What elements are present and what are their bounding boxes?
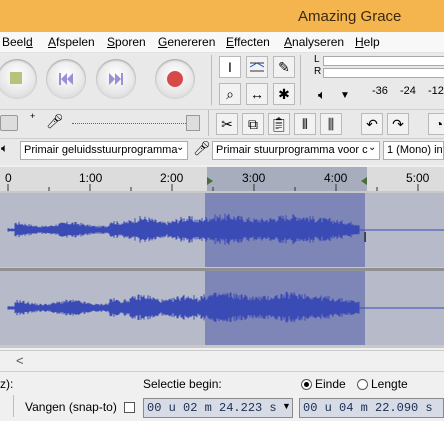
- menu-item-help[interactable]: Help: [355, 35, 380, 49]
- meter-bar-left: [323, 56, 444, 66]
- end-radio[interactable]: [301, 379, 312, 390]
- ruler-label: 5:00: [406, 171, 430, 185]
- selection-begin-field[interactable]: 00 u 02 m 24.223 s: [143, 398, 293, 418]
- menu-bar: Beeld Afspelen Sporen Genereren Effecten…: [0, 32, 444, 53]
- recording-volume-slider[interactable]: [72, 123, 190, 125]
- record-icon: [167, 71, 183, 87]
- cut-button[interactable]: ✂: [216, 113, 238, 135]
- magnifier-icon: ⌕: [226, 86, 234, 102]
- menu-item-tracks[interactable]: Sporen: [107, 35, 146, 49]
- meter-channel-left: L: [314, 54, 320, 65]
- menu-item-transport[interactable]: Afspelen: [48, 35, 95, 49]
- selection-toolbar: z): Selectie begin: Einde Lengte Vangen …: [0, 371, 444, 421]
- selection-end-field[interactable]: 00 u 04 m 22.090 s: [299, 398, 444, 418]
- trim-button[interactable]: ⫴: [294, 113, 316, 135]
- volume-slider-thumb[interactable]: [0, 115, 18, 131]
- meter-bar-right: [323, 68, 444, 78]
- silence-icon: ⫼: [327, 116, 335, 132]
- skip-start-icon: [59, 73, 73, 85]
- playback-device-select[interactable]: Primair geluidsstuurprogramma: [20, 141, 188, 160]
- microphone-icon: 🎤︎: [46, 113, 64, 129]
- trim-icon: ⫴: [302, 116, 308, 132]
- undo-button[interactable]: ↶: [361, 113, 383, 135]
- meter-channel-right: R: [314, 66, 322, 77]
- toolbar-area: I ✎ ⌕ ↔ ✱ L R 🔈︎ ▼ -36 -24 -12 + 🎤︎ ✂ ⧉ …: [0, 53, 444, 165]
- selection-tool[interactable]: I: [219, 56, 241, 78]
- ruler-label: 1:00: [79, 171, 103, 185]
- redo-button[interactable]: ↷: [387, 113, 409, 135]
- skip-end-icon: [109, 73, 123, 85]
- chevron-down-icon: ⌄: [176, 142, 185, 153]
- copy-icon: ⧉: [248, 116, 258, 132]
- arrows-horizontal-icon: ↔: [250, 86, 264, 102]
- selection-begin-label: Selectie begin:: [143, 377, 222, 391]
- track-area[interactable]: I: [0, 191, 444, 348]
- asterisk-icon: ✱: [278, 86, 290, 102]
- sync-lock-button[interactable]: ◔: [428, 113, 444, 135]
- pause-button[interactable]: [0, 59, 37, 99]
- speaker-icon: 🔈︎: [1, 141, 9, 155]
- recording-channels-select[interactable]: 1 (Mono) inv: [383, 141, 444, 160]
- speaker-icon: 🔈︎: [318, 87, 326, 102]
- time-shift-tool[interactable]: ↔: [246, 83, 268, 105]
- menu-item-generate[interactable]: Genereren: [158, 35, 215, 49]
- silence-button[interactable]: ⫼: [320, 113, 342, 135]
- envelope-icon: [249, 62, 265, 72]
- multi-tool[interactable]: ✱: [273, 83, 295, 105]
- end-radio-label: Einde: [315, 377, 346, 391]
- meter-tick: -36: [372, 85, 388, 97]
- timeline-ruler[interactable]: 0 1:00 2:00 3:00 4:00 5:00: [0, 167, 444, 192]
- length-radio[interactable]: [357, 379, 368, 390]
- paste-button[interactable]: 📋︎: [268, 113, 290, 135]
- ruler-label: 4:00: [324, 171, 348, 185]
- menu-item-analyze[interactable]: Analyseren: [284, 35, 344, 49]
- meter-tick: -12: [428, 85, 444, 97]
- skip-start-button[interactable]: [46, 59, 86, 99]
- meter-tick: -24: [400, 85, 416, 97]
- project-rate-label: z):: [0, 377, 14, 391]
- length-radio-label: Lengte: [371, 377, 408, 391]
- i-beam-icon: I: [228, 59, 232, 75]
- title-bar: Amazing Grace: [0, 0, 444, 32]
- scroll-left-button[interactable]: <: [16, 353, 24, 368]
- copy-button[interactable]: ⧉: [242, 113, 264, 135]
- chevron-down-icon: ⌄: [368, 142, 377, 153]
- pause-icon: [10, 72, 22, 84]
- ruler-ticks: [7, 177, 419, 191]
- ruler-label: 0: [5, 171, 12, 185]
- paste-icon: 📋︎: [270, 116, 288, 132]
- clock-icon: ◔: [434, 116, 444, 132]
- menu-item-view[interactable]: Beeld: [2, 35, 33, 49]
- record-button[interactable]: [155, 59, 195, 99]
- recording-device-select[interactable]: Primair stuurprogramma voor c: [212, 141, 380, 160]
- menu-item-effects[interactable]: Effecten: [226, 35, 270, 49]
- audio-track-right[interactable]: [0, 271, 444, 345]
- snap-to-label: Vangen (snap-to): [25, 400, 117, 414]
- horizontal-scrollbar[interactable]: <: [0, 350, 444, 371]
- meter-dropdown-arrow-icon[interactable]: ▼: [340, 90, 350, 101]
- recording-volume-slider-thumb[interactable]: [186, 115, 200, 131]
- ruler-label: 2:00: [160, 171, 184, 185]
- i-beam-cursor-icon: I: [363, 229, 368, 246]
- scissors-icon: ✂: [221, 116, 233, 132]
- envelope-tool[interactable]: [246, 56, 268, 78]
- chevron-down-icon[interactable]: ▼: [282, 401, 291, 411]
- draw-tool[interactable]: ✎: [273, 56, 295, 78]
- waveform-left: [7, 213, 444, 245]
- audio-track-left[interactable]: [0, 193, 444, 267]
- pencil-icon: ✎: [278, 59, 290, 75]
- ruler-label: 3:00: [242, 171, 266, 185]
- redo-icon: ↷: [392, 116, 404, 132]
- plus-icon: +: [30, 111, 36, 121]
- undo-icon: ↶: [366, 116, 378, 132]
- window-title: Amazing Grace: [298, 8, 402, 25]
- waveform-right: [7, 291, 444, 323]
- microphone-icon: 🎤︎: [193, 140, 211, 156]
- snap-to-checkbox[interactable]: [124, 402, 135, 413]
- skip-end-button[interactable]: [96, 59, 136, 99]
- zoom-tool[interactable]: ⌕: [219, 83, 241, 105]
